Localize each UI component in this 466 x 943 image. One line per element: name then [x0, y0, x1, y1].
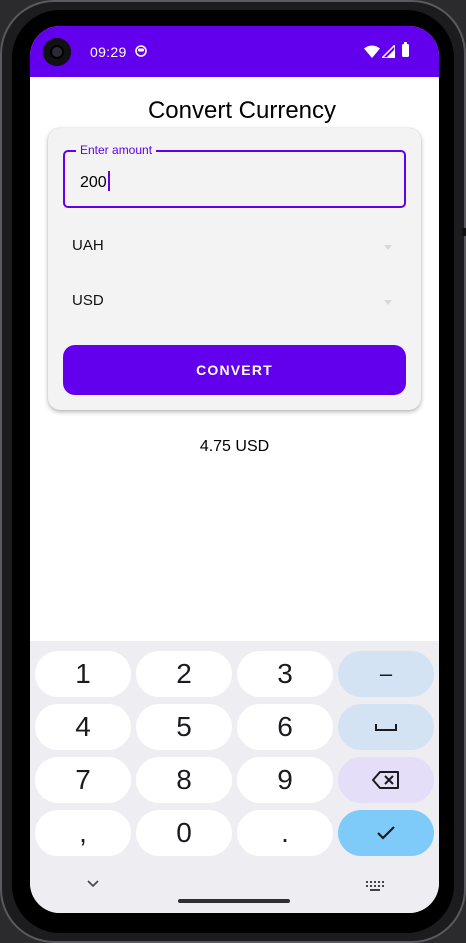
camera-icon [43, 38, 71, 66]
key-period[interactable]: . [237, 810, 333, 856]
app-notification-icon [135, 45, 147, 57]
checkmark-icon [377, 826, 395, 840]
key-5[interactable]: 5 [136, 704, 232, 750]
from-currency-select[interactable]: UAH [72, 232, 392, 262]
amount-text: 200 [80, 174, 107, 191]
key-2[interactable]: 2 [136, 651, 232, 697]
amount-field-label: Enter amount [76, 143, 157, 157]
key-3[interactable]: 3 [237, 651, 333, 697]
keyboard-switch-icon[interactable] [366, 881, 384, 891]
dropdown-arrow-icon [384, 245, 392, 250]
key-comma[interactable]: , [35, 810, 131, 856]
signal-icon [382, 45, 395, 58]
space-bar-icon [375, 724, 397, 731]
from-currency-value: UAH [72, 237, 104, 254]
key-7[interactable]: 7 [35, 757, 131, 803]
status-bar: 09:29 [30, 26, 439, 77]
phone-frame: 09:29 Convert Currency Enter amount 200 … [0, 0, 466, 943]
key-backspace[interactable] [338, 757, 434, 803]
conversion-result: 4.75 USD [199, 438, 270, 455]
side-button [462, 228, 466, 236]
key-done[interactable] [338, 810, 434, 856]
key-minus[interactable]: – [338, 651, 434, 697]
key-6[interactable]: 6 [237, 704, 333, 750]
numeric-keyboard: 1 2 3 – 4 5 6 7 8 9 , 0 . [30, 641, 439, 913]
battery-icon [402, 42, 409, 57]
chevron-down-icon[interactable] [86, 879, 100, 889]
key-0[interactable]: 0 [136, 810, 232, 856]
amount-input[interactable]: Enter amount 200 [63, 143, 406, 208]
key-9[interactable]: 9 [237, 757, 333, 803]
key-1[interactable]: 1 [35, 651, 131, 697]
amount-field-value[interactable]: 200 [80, 171, 110, 192]
home-gesture-handle[interactable] [178, 899, 290, 903]
backspace-icon [372, 771, 399, 789]
text-cursor [107, 171, 110, 191]
page-title: Convert Currency [147, 97, 337, 124]
key-space[interactable] [338, 704, 434, 750]
wifi-icon [364, 45, 380, 58]
status-time: 09:29 [90, 44, 127, 60]
converter-card: Enter amount 200 UAH USD CONVERT [48, 128, 421, 410]
screen: 09:29 Convert Currency Enter amount 200 … [30, 26, 439, 913]
to-currency-select[interactable]: USD [72, 287, 392, 317]
convert-button[interactable]: CONVERT [63, 345, 406, 395]
dropdown-arrow-icon [384, 300, 392, 305]
key-8[interactable]: 8 [136, 757, 232, 803]
to-currency-value: USD [72, 292, 104, 309]
key-4[interactable]: 4 [35, 704, 131, 750]
